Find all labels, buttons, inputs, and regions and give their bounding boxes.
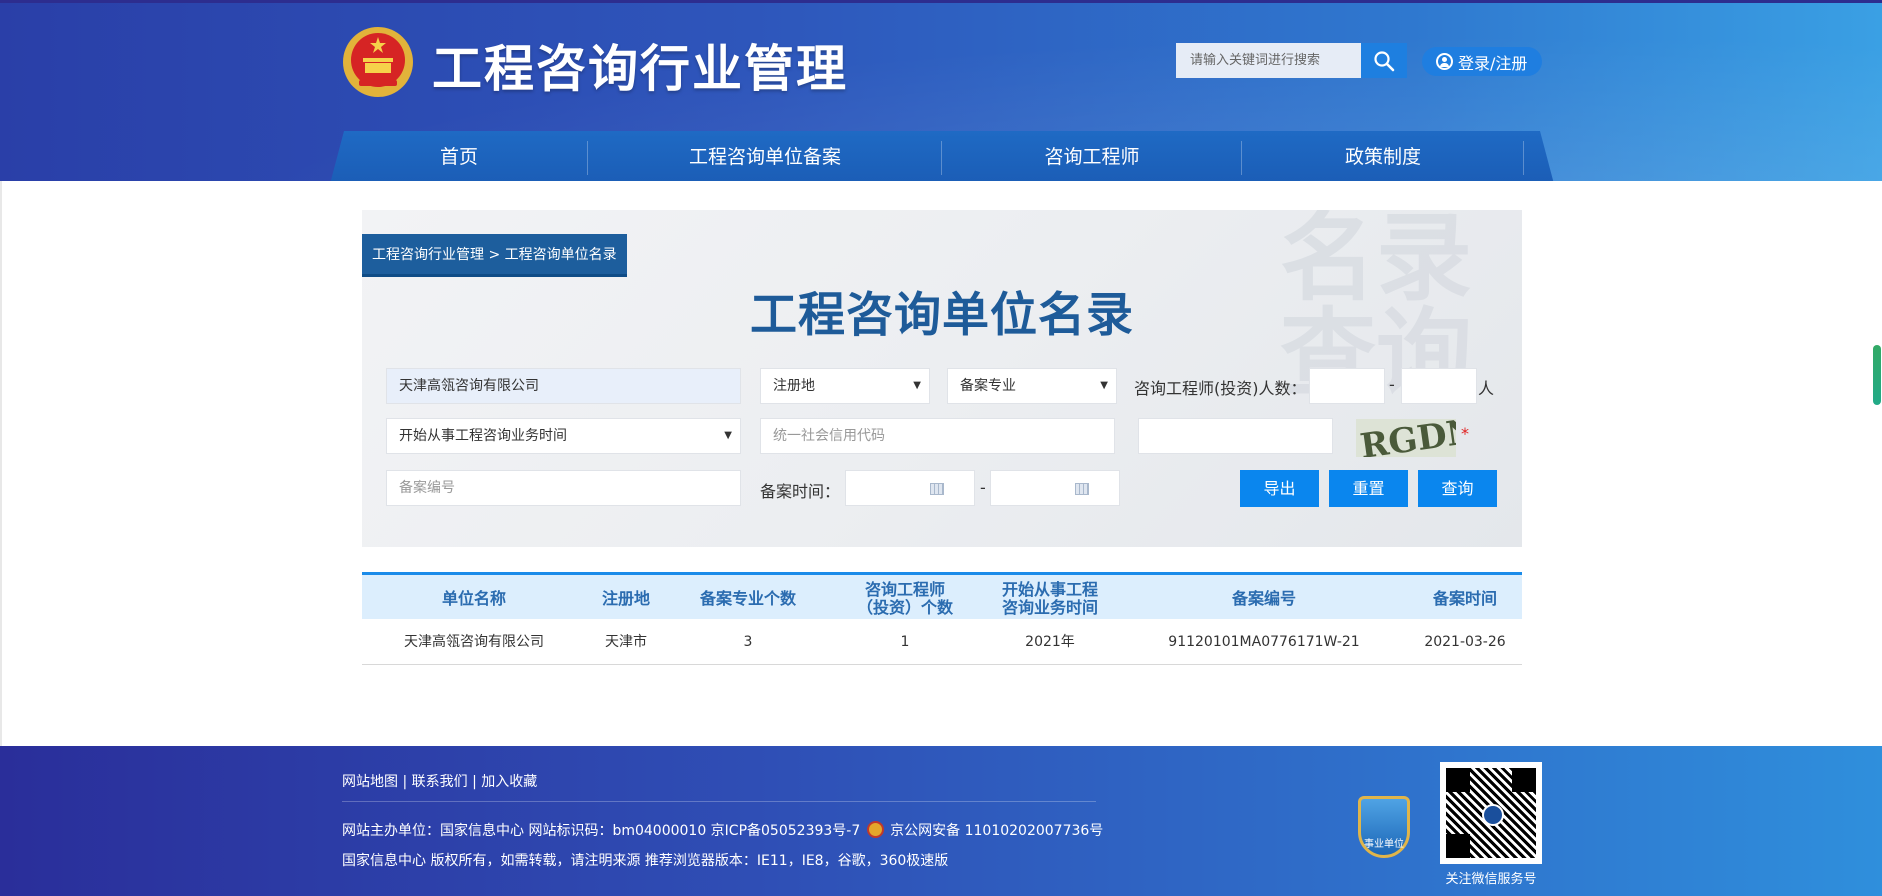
range-separator: - [1389, 375, 1395, 394]
date-range-separator: - [980, 478, 986, 497]
column-header: 备案时间 [1432, 588, 1497, 608]
main-nav: 首页 工程咨询单位备案 咨询工程师 政策制度 [330, 131, 1554, 181]
footer-icp-text: 网站主办单位：国家信息中心 网站标识码：bm04000010 京ICP备0505… [342, 823, 861, 839]
table-header: 单位名称 注册地 备案专业个数 咨询工程师 （投资）个数 开始从事工程 咨询业务… [362, 572, 1522, 619]
chevron-down-icon: ▼ [724, 430, 732, 441]
cell-start-time: 2021年 [1025, 634, 1075, 650]
engineer-count-min-input[interactable] [1309, 368, 1385, 404]
column-header: 开始从事工程 咨询业务时间 [1001, 579, 1098, 617]
site-title[interactable]: 工程咨询行业管理 [432, 29, 848, 101]
record-time-start-input[interactable] [845, 470, 975, 506]
specialty-select-value: 备案专业 [960, 378, 1016, 394]
captcha-text: RGDN [1357, 419, 1456, 457]
breadcrumb[interactable]: 工程咨询行业管理 > 工程咨询单位名录 [362, 234, 627, 277]
cell-company-name[interactable]: 天津高瓴咨询有限公司 [362, 619, 586, 665]
engineer-count-max-input[interactable] [1401, 368, 1477, 404]
page-title: 工程咨询单位名录 [750, 288, 1134, 343]
page-border [0, 181, 2, 746]
column-header: 备案编号 [1231, 588, 1296, 608]
cell-region: 天津市 [605, 634, 647, 650]
captcha-input[interactable] [1138, 418, 1333, 454]
table-row[interactable]: 天津高瓴咨询有限公司 天津市 3 1 2021年 91120101MA07761… [362, 619, 1522, 665]
region-select-value: 注册地 [773, 378, 815, 394]
required-star: * [1461, 424, 1469, 443]
record-time-end-input[interactable] [990, 470, 1120, 506]
nav-divider [1523, 141, 1524, 175]
start-time-select[interactable]: 开始从事工程咨询业务时间 ▼ [386, 418, 741, 454]
column-header: 注册地 [601, 588, 650, 608]
column-header: 咨询工程师 （投资）个数 [856, 579, 953, 617]
qr-caption: 关注微信服务号 [1445, 872, 1537, 887]
cell-record-date: 2021-03-26 [1424, 634, 1506, 650]
company-name-input[interactable]: 天津高瓴咨询有限公司 [386, 368, 741, 404]
cell-specialty-count: 3 [743, 634, 753, 650]
login-register-button[interactable]: 登录/注册 [1422, 47, 1542, 76]
nav-policy[interactable]: 政策制度 [1242, 131, 1524, 181]
police-badge-icon [866, 821, 884, 838]
wechat-qr-code [1440, 762, 1542, 864]
region-select[interactable]: 注册地 ▼ [760, 368, 930, 404]
user-icon [1436, 53, 1453, 70]
footer-info-line-2: 国家信息中心 版权所有，如需转载，请注明来源 推荐浏览器版本：IE11，IE8，… [342, 853, 949, 869]
record-time-label: 备案时间： [760, 482, 841, 501]
column-header: 备案专业个数 [699, 588, 796, 608]
results-table: 单位名称 注册地 备案专业个数 咨询工程师 （投资）个数 开始从事工程 咨询业务… [362, 572, 1522, 665]
chevron-down-icon: ▼ [1100, 380, 1108, 391]
login-label: 登录/注册 [1458, 53, 1528, 73]
site-header: 工程咨询行业管理 请输入关键词进行搜索 登录/注册 首页 工程咨询单位备案 咨询… [0, 0, 1882, 181]
engineer-count-label: 咨询工程师(投资)人数： [1134, 379, 1307, 398]
nav-home[interactable]: 首页 [330, 131, 588, 181]
reset-button[interactable]: 重置 [1329, 470, 1408, 507]
column-header: 单位名称 [441, 588, 506, 608]
captcha-image[interactable]: RGDN [1356, 419, 1456, 457]
site-footer: 网站地图 | 联系我们 | 加入收藏 网站主办单位：国家信息中心 网站标识码：b… [0, 746, 1882, 896]
search-input[interactable]: 请输入关键词进行搜索 [1176, 43, 1361, 78]
start-time-select-value: 开始从事工程咨询业务时间 [399, 428, 567, 444]
search-button[interactable] [1361, 43, 1407, 78]
people-unit-label: 人 [1478, 379, 1495, 398]
page-scrollbar[interactable] [1873, 345, 1881, 405]
footer-info-line-1: 网站主办单位：国家信息中心 网站标识码：bm04000010 京ICP备0505… [342, 820, 1103, 840]
credit-code-input[interactable]: 统一社会信用代码 [760, 418, 1115, 454]
nav-engineer[interactable]: 咨询工程师 [942, 131, 1242, 181]
footer-links[interactable]: 网站地图 | 联系我们 | 加入收藏 [342, 771, 537, 791]
footer-police-record[interactable]: 京公网安备 11010202007736号 [890, 823, 1103, 839]
nav-unit-record[interactable]: 工程咨询单位备案 [588, 131, 942, 181]
footer-divider [342, 801, 1096, 802]
calendar-icon [1075, 483, 1089, 495]
search-icon [1374, 50, 1395, 71]
record-number-input[interactable]: 备案编号 [386, 470, 741, 506]
calendar-icon [930, 483, 944, 495]
public-institution-badge[interactable]: 事业单位 [1358, 796, 1410, 858]
cell-engineer-count: 1 [900, 634, 910, 650]
export-button[interactable]: 导出 [1240, 470, 1319, 507]
specialty-select[interactable]: 备案专业 ▼ [947, 368, 1117, 404]
qr-code-icon [1446, 768, 1536, 858]
national-emblem-icon [343, 27, 413, 97]
cell-record-number: 91120101MA0776171W-21 [1168, 634, 1360, 650]
chevron-down-icon: ▼ [913, 380, 921, 391]
query-button[interactable]: 查询 [1418, 470, 1497, 507]
